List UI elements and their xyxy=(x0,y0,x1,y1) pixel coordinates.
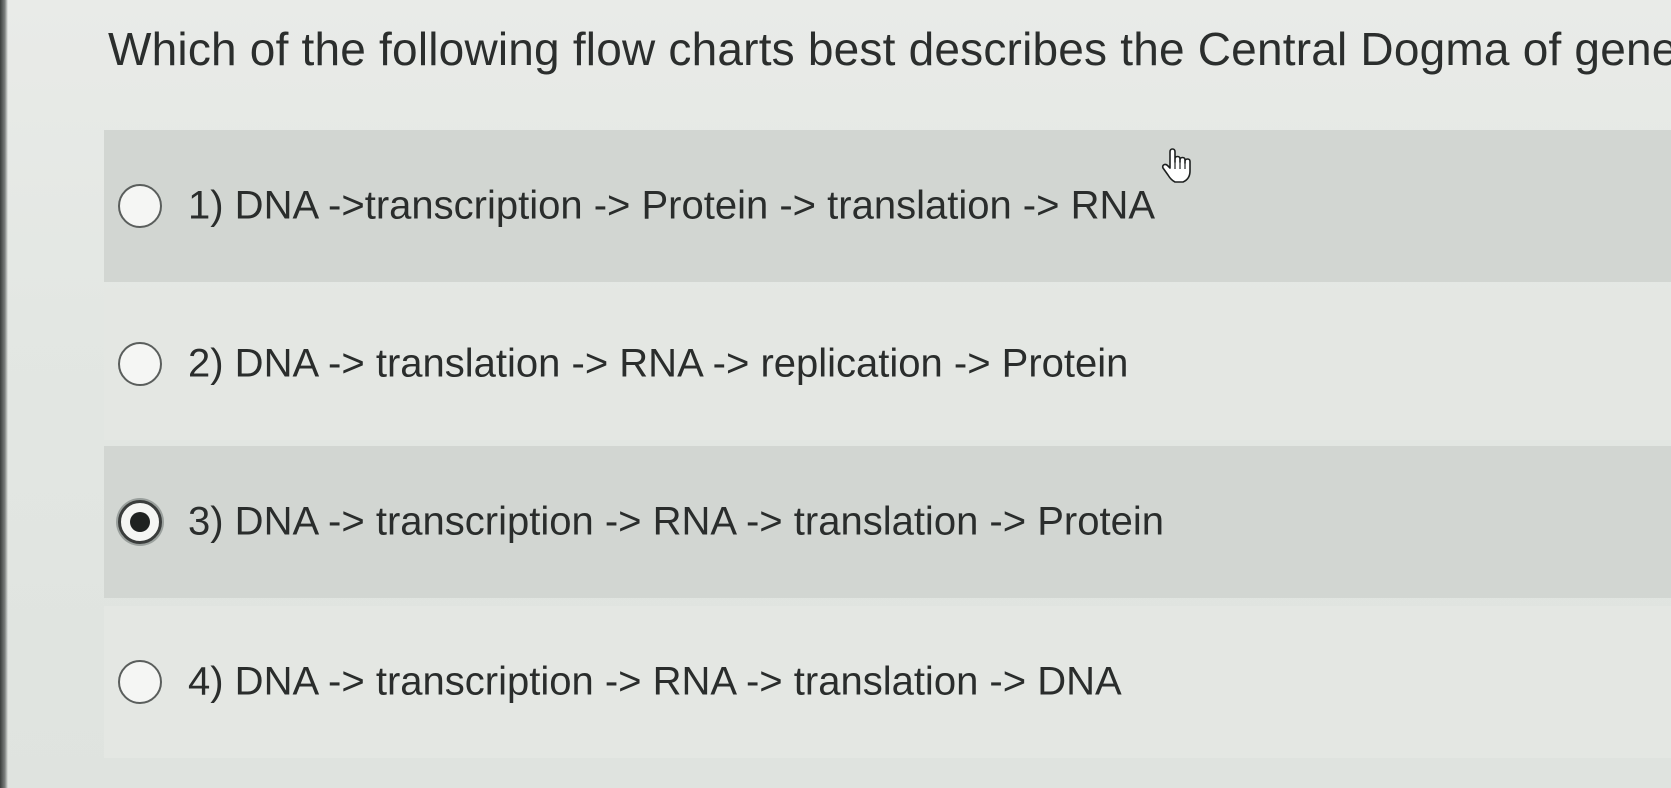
answer-option-1[interactable]: 1) DNA ->transcription -> Protein -> tra… xyxy=(104,130,1671,282)
answer-option-2[interactable]: 2) DNA -> translation -> RNA -> replicat… xyxy=(104,288,1671,440)
question-text: Which of the following flow charts best … xyxy=(108,23,1671,75)
answer-option-3[interactable]: 3) DNA -> transcription -> RNA -> transl… xyxy=(104,446,1671,598)
answer-label-1[interactable]: 1) DNA ->transcription -> Protein -> tra… xyxy=(188,184,1155,229)
radio-button-option-4[interactable] xyxy=(118,660,162,704)
screen-bezel xyxy=(0,0,8,788)
answer-label-4[interactable]: 4) DNA -> transcription -> RNA -> transl… xyxy=(188,660,1122,705)
answer-option-4[interactable]: 4) DNA -> transcription -> RNA -> transl… xyxy=(104,606,1671,758)
hand-pointer-icon xyxy=(1161,148,1191,183)
radio-button-option-2[interactable] xyxy=(118,342,162,386)
radio-selected-dot xyxy=(130,512,150,532)
radio-button-option-3[interactable] xyxy=(118,500,162,544)
answer-label-3[interactable]: 3) DNA -> transcription -> RNA -> transl… xyxy=(188,500,1164,545)
radio-button-option-1[interactable] xyxy=(118,184,162,228)
quiz-page: Which of the following flow charts best … xyxy=(0,0,1671,788)
answer-label-2[interactable]: 2) DNA -> translation -> RNA -> replicat… xyxy=(188,342,1128,387)
